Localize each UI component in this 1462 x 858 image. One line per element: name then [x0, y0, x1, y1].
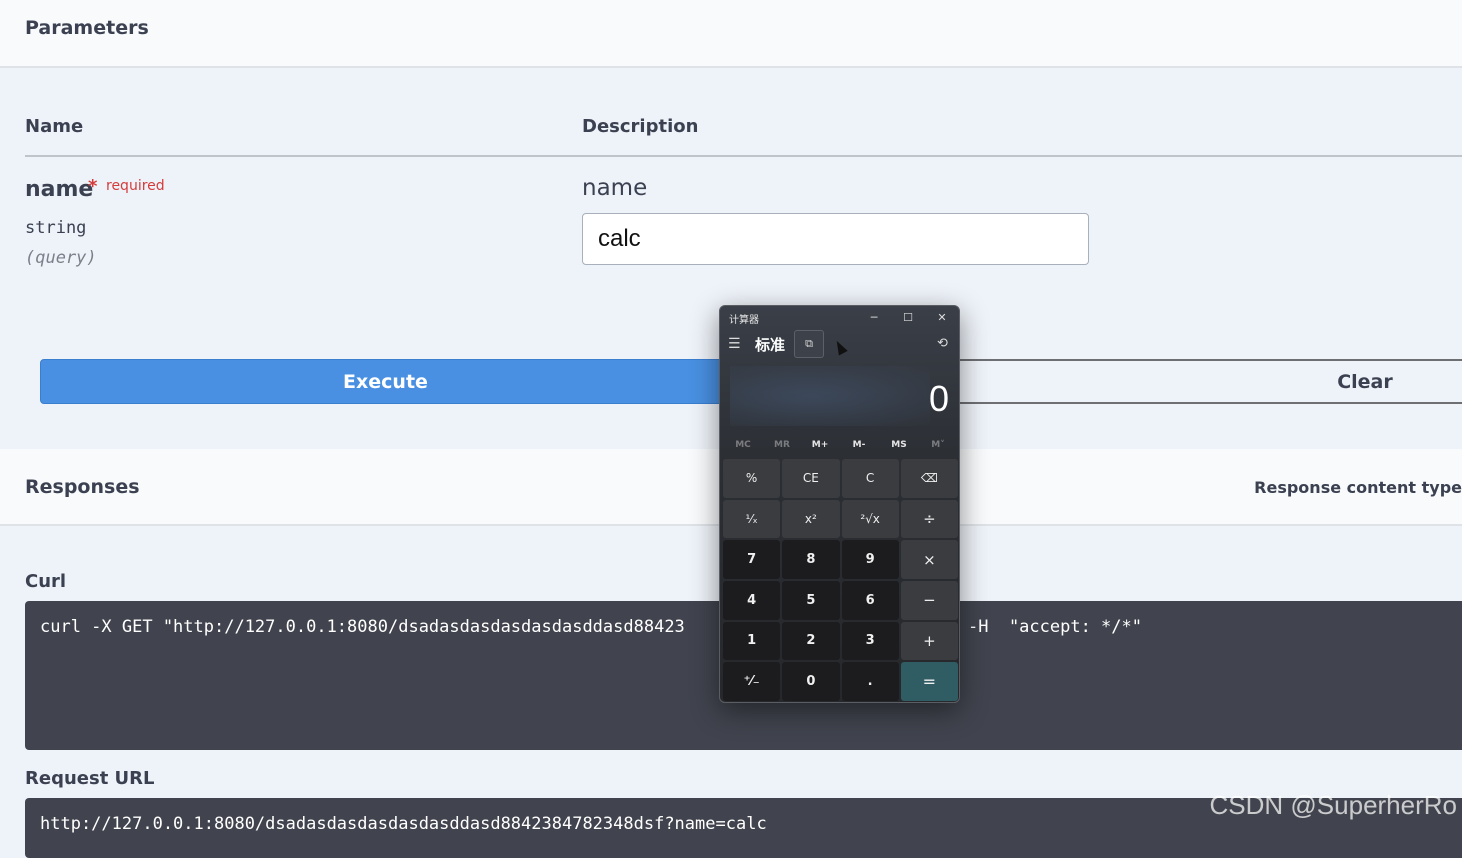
parameters-header: Parameters: [0, 0, 1462, 68]
digit-0-key[interactable]: 0: [782, 662, 840, 701]
execute-button-label: Execute: [343, 370, 428, 393]
digit-9-key[interactable]: 9: [841, 540, 899, 579]
column-header-description: Description: [582, 116, 699, 137]
calculator-keypad: % CE C ⌫ ¹⁄ₓ x² ²√x ÷ 7 8 9 × 4 5 6 − 1 …: [723, 459, 958, 701]
digit-4-key[interactable]: 4: [723, 581, 781, 620]
calculator-mode: 标准: [755, 336, 786, 354]
multiply-key[interactable]: ×: [900, 540, 958, 579]
watermark: CSDN @SuperherRo: [1209, 790, 1457, 820]
square-root-key[interactable]: ²√x: [841, 499, 899, 539]
curl-command: curl -X GET "http://127.0.0.1:8080/dsada…: [40, 617, 685, 637]
memory-clear-button[interactable]: MC: [725, 440, 761, 450]
param-location: (query): [25, 248, 97, 268]
param-name: name: [25, 177, 94, 202]
memory-add-button[interactable]: M+: [802, 440, 838, 450]
calculator-display: 0: [928, 378, 949, 419]
digit-2-key[interactable]: 2: [782, 621, 840, 661]
clear-button[interactable]: Clear: [950, 359, 1462, 404]
digit-8-key[interactable]: 8: [782, 540, 840, 579]
equals-key[interactable]: =: [900, 662, 958, 701]
hamburger-menu-icon[interactable]: ☰: [728, 336, 741, 352]
divide-key[interactable]: ÷: [900, 499, 958, 539]
memory-recall-button[interactable]: MR: [764, 440, 800, 450]
param-description: name: [582, 175, 648, 201]
negate-key[interactable]: ⁺⁄₋: [723, 662, 781, 701]
square-key[interactable]: x²: [782, 499, 840, 539]
reciprocal-key[interactable]: ¹⁄ₓ: [723, 499, 781, 539]
column-header-name: Name: [25, 116, 84, 137]
parameters-title: Parameters: [25, 17, 149, 39]
clear-button-label: Clear: [1337, 370, 1393, 393]
execute-button[interactable]: Execute: [40, 359, 730, 404]
digit-1-key[interactable]: 1: [723, 621, 781, 661]
response-content-type-label: Response content type: [1254, 478, 1462, 497]
memory-subtract-button[interactable]: M-: [841, 440, 877, 450]
param-type: string: [25, 218, 87, 238]
add-key[interactable]: +: [900, 621, 958, 661]
digit-6-key[interactable]: 6: [841, 581, 899, 620]
calculator-window[interactable]: 计算器 ─ ☐ ✕ ☰ 标准 ⧉ ⟲ 0 MC MR M+ M- MS M˅ %…: [719, 305, 960, 703]
digit-7-key[interactable]: 7: [723, 540, 781, 579]
display-background: [730, 366, 930, 426]
request-url-label: Request URL: [25, 768, 155, 789]
responses-title: Responses: [25, 476, 140, 498]
request-url: http://127.0.0.1:8080/dsadasdasdasdasdas…: [40, 814, 767, 834]
keep-on-top-icon[interactable]: ⧉: [794, 330, 824, 358]
memory-list-button[interactable]: M˅: [920, 440, 956, 450]
required-label: required: [106, 178, 165, 194]
subtract-key[interactable]: −: [900, 581, 958, 620]
digit-3-key[interactable]: 3: [841, 621, 899, 661]
table-divider: [25, 155, 1462, 157]
clear-entry-key[interactable]: CE: [782, 459, 840, 498]
calculator-title: 计算器: [729, 315, 759, 326]
close-icon[interactable]: ✕: [927, 309, 957, 327]
required-star: *: [88, 176, 98, 197]
memory-store-button[interactable]: MS: [881, 440, 917, 450]
clear-key[interactable]: C: [841, 459, 899, 498]
percent-key[interactable]: %: [723, 459, 781, 498]
minimize-icon[interactable]: ─: [859, 309, 889, 327]
backspace-key[interactable]: ⌫: [900, 459, 958, 498]
decimal-key[interactable]: .: [841, 662, 899, 701]
curl-command-header: -H "accept: */*": [968, 617, 1142, 637]
history-icon[interactable]: ⟲: [937, 336, 948, 351]
name-input[interactable]: [582, 213, 1089, 265]
maximize-icon[interactable]: ☐: [893, 309, 923, 327]
digit-5-key[interactable]: 5: [782, 581, 840, 620]
curl-label: Curl: [25, 571, 67, 592]
